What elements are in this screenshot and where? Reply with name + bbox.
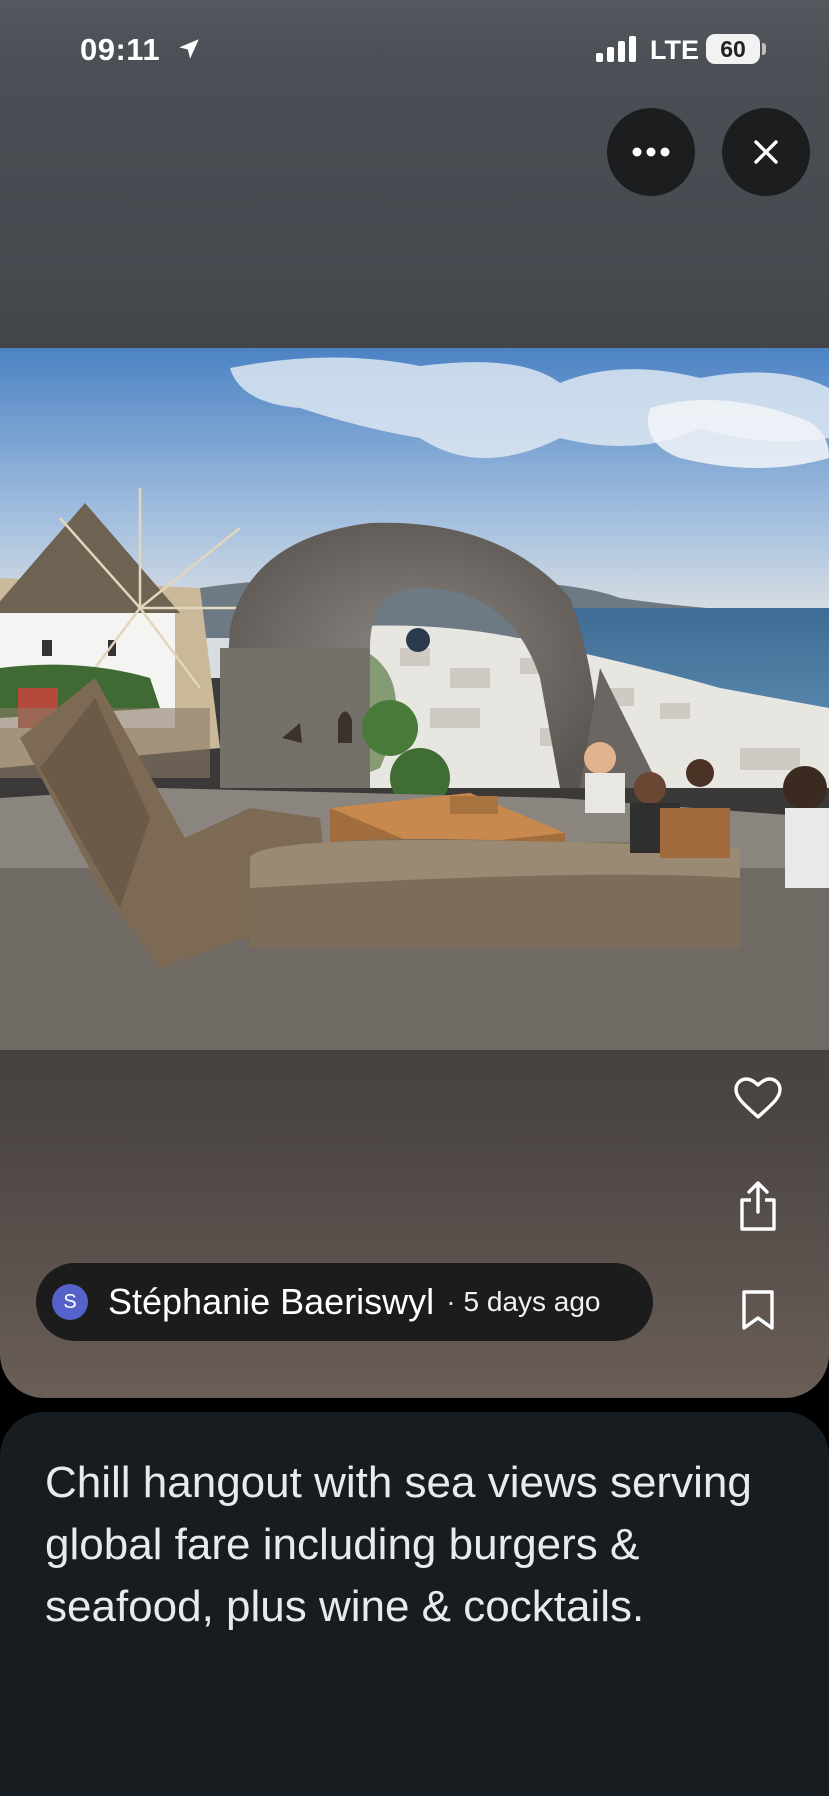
battery-tip xyxy=(762,43,766,55)
location-arrow-icon xyxy=(179,39,199,59)
author-name: Stéphanie Baeriswyl xyxy=(108,1281,435,1322)
screen: 09:11 LTE 60 S Stéphanie Baeriswyl · 5 d… xyxy=(0,0,829,1796)
photo-card: 09:11 LTE 60 S Stéphanie Baeriswyl · 5 d… xyxy=(0,0,829,1398)
place-description: Chill hangout with sea views serving glo… xyxy=(45,1458,752,1631)
posted-time: 5 days ago xyxy=(463,1286,601,1317)
bookmark-icon xyxy=(742,1290,774,1330)
heart-icon xyxy=(734,1077,782,1119)
share-icon xyxy=(740,1181,776,1231)
avatar: S xyxy=(52,1284,88,1320)
share-button[interactable] xyxy=(730,1178,786,1234)
battery-indicator: 60 xyxy=(706,34,760,64)
place-photo xyxy=(0,348,829,1050)
network-type: LTE xyxy=(650,35,699,65)
author-chip[interactable]: S Stéphanie Baeriswyl · 5 days ago xyxy=(36,1263,653,1341)
close-button[interactable] xyxy=(722,108,810,196)
description-card: Chill hangout with sea views serving glo… xyxy=(0,1412,829,1796)
more-options-button[interactable] xyxy=(607,108,695,196)
close-icon xyxy=(754,140,778,164)
status-time: 09:11 xyxy=(80,32,161,67)
cellular-signal-icon xyxy=(596,36,636,62)
save-button[interactable] xyxy=(730,1282,786,1338)
like-button[interactable] xyxy=(730,1070,786,1126)
more-horizontal-icon xyxy=(632,147,670,157)
separator-dot: · xyxy=(446,1286,456,1317)
status-bar: 09:11 LTE 60 xyxy=(0,0,829,100)
